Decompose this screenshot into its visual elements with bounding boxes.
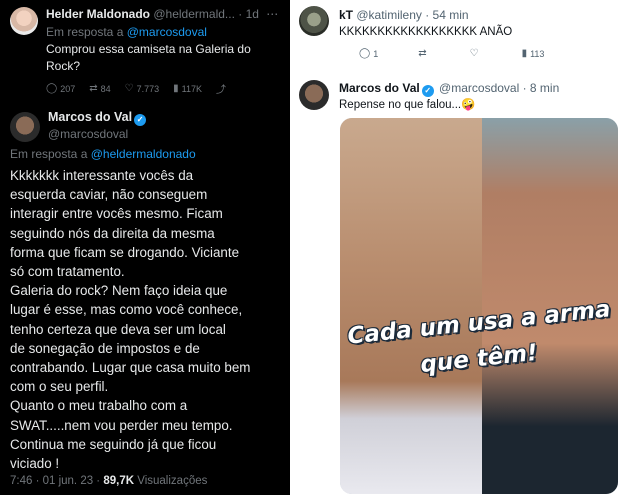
author-handle[interactable]: @marcosdoval (48, 127, 128, 141)
author-handle-time: @heldermald... · 1d (153, 7, 259, 21)
tweet-text: KKKKKKKKKKKKKKKKKK ANÃO (339, 26, 513, 38)
heart-icon: ♡ (124, 83, 134, 94)
views-button[interactable]: ▮ 117K (173, 83, 202, 94)
views-button[interactable]: ▮ 113 (522, 48, 545, 59)
timestamp[interactable]: 7:46 · 01 jun. 23 · (10, 475, 100, 487)
share-button[interactable]: ⤴ (216, 81, 229, 96)
like-button[interactable]: ♡ 7.773 (125, 83, 160, 94)
tweet-footer: 7:46 · 01 jun. 23 · 89,7K Visualizações (10, 475, 207, 487)
avatar[interactable] (10, 112, 40, 142)
tweet-actions: ◯ 207 ⇄ 84 ♡ 7.773 ▮ 117K ⤴ (46, 81, 243, 96)
verified-badge-icon: ✓ (421, 85, 434, 97)
heart-icon: ♡ (469, 48, 479, 59)
reply-button[interactable]: ◯ 1 (359, 48, 378, 59)
more-icon[interactable]: ⋯ (266, 7, 278, 21)
retweet-icon: ⇄ (418, 48, 427, 59)
reply-button[interactable]: ◯ 207 (46, 83, 75, 94)
author-name[interactable]: Marcos do Val (339, 81, 420, 95)
tweet-photo[interactable]: Cada um usa a arma que têm! (340, 118, 618, 494)
reply-icon: ◯ (359, 48, 371, 59)
tweet-body: Kkkkkkk interessante vocês da esquerda c… (10, 168, 251, 472)
reply-handle-link[interactable]: @marcosdoval (127, 25, 207, 39)
retweet-button[interactable]: ⇄ (418, 48, 429, 59)
bar-chart-icon: ▮ (521, 48, 528, 59)
tweet-text: Repense no que falou...🤪 (339, 99, 476, 111)
reply-icon: ◯ (46, 83, 58, 94)
tweet-header: Marcos do Val ✓ @marcosdoval · 8 min (339, 81, 559, 97)
tweet-actions: ◯ 1 ⇄ ♡ ▮ 113 (359, 48, 613, 59)
views-label: Visualizações (137, 475, 208, 487)
verified-badge-icon: ✓ (134, 114, 147, 126)
retweet-button[interactable]: ⇄ 84 (89, 83, 110, 94)
bar-chart-icon: ▮ (173, 83, 179, 94)
avatar[interactable] (10, 7, 38, 35)
photo-left-person (340, 118, 482, 494)
tweet-header: Helder Maldonado @heldermald... · 1d ⋯ (46, 7, 278, 21)
author-name[interactable]: Marcos do Val (48, 110, 132, 124)
reply-handle-link[interactable]: @heldermaldonado (91, 147, 196, 161)
retweet-icon: ⇄ (89, 83, 98, 94)
author-handle-time: @marcosdoval · 8 min (439, 81, 560, 95)
author-name[interactable]: kT (339, 8, 353, 22)
share-icon: ⤴ (216, 85, 227, 96)
author-handle-time: @katimileny · 54 min (356, 8, 469, 22)
tweet-text: Comprou essa camiseta na Galeria do Rock… (46, 42, 251, 73)
in-reply-to: Em resposta a @heldermaldonado (10, 147, 196, 161)
avatar[interactable] (299, 6, 329, 36)
like-button[interactable]: ♡ (470, 48, 482, 59)
tweet-header: kT @katimileny · 54 min (339, 8, 469, 22)
right-screenshot-panel: kT @katimileny · 54 min KKKKKKKKKKKKKKKK… (293, 0, 619, 495)
in-reply-to: Em resposta a @marcosdoval (46, 25, 207, 39)
tweet-header: Marcos do Val ✓ (48, 110, 148, 126)
left-screenshot-panel: Helder Maldonado @heldermald... · 1d ⋯ E… (0, 0, 290, 495)
views-count: 89,7K (103, 475, 135, 487)
author-name[interactable]: Helder Maldonado (46, 7, 150, 21)
avatar[interactable] (299, 80, 329, 110)
